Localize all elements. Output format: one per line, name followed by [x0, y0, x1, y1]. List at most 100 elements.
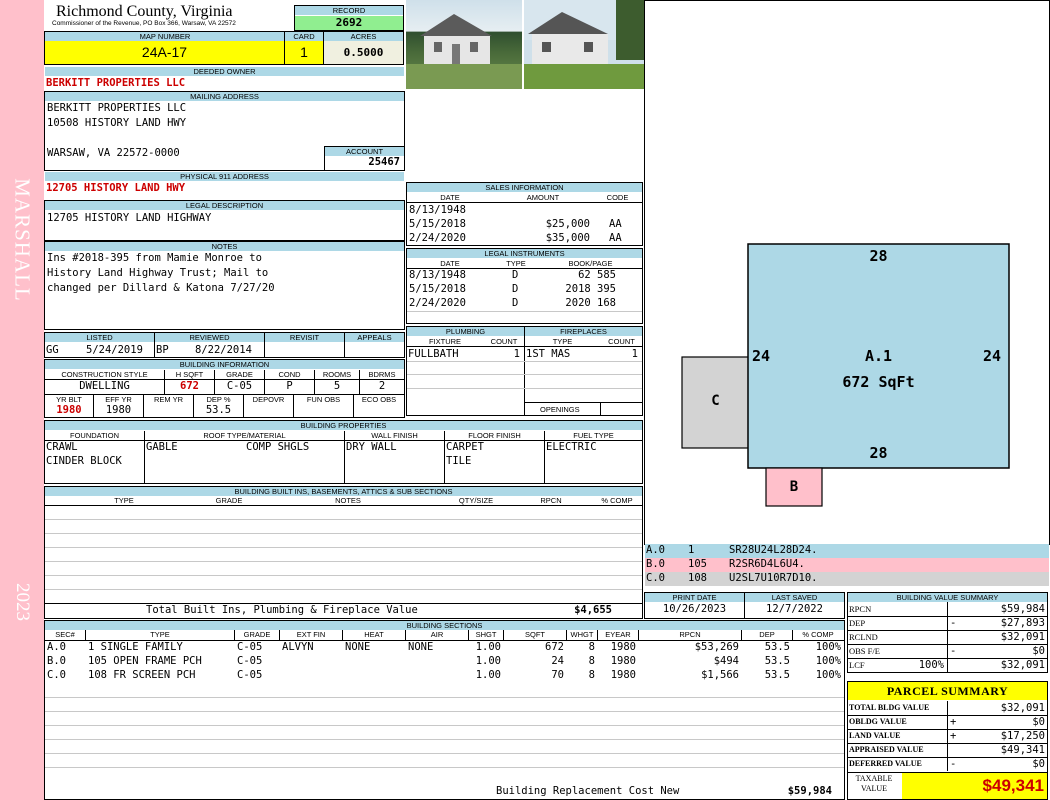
sections-header-row: SEC# TYPE GRADE EXT FIN HEAT AIR SHGT SQFT WHGT E… — [45, 630, 844, 640]
physical-address: 12705 HISTORY LAND HWY — [46, 182, 186, 194]
instr-row-3-date: 2/24/2020 — [409, 297, 466, 309]
taxable-label-2: VALUE — [860, 784, 888, 793]
sections-row-3-sec: C.0 — [47, 669, 66, 681]
bp-h-roof: ROOF TYPE/MATERIAL — [145, 431, 344, 440]
reviewed-date: 8/22/2014 — [195, 344, 252, 356]
reviewed-by: BP — [156, 344, 169, 356]
instr-h-date: DATE — [407, 259, 493, 268]
builtins-total-label: Total Built Ins, Plumbing & Fireplace Va… — [146, 604, 418, 616]
instr-h-book: BOOK/PAGE — [539, 259, 642, 268]
sales-row-3-amount: $35,000 — [545, 232, 590, 244]
taxable-label-1: TAXABLE — [855, 774, 893, 783]
ps-label-2: OBLDG VALUE — [849, 717, 907, 726]
instr-row-2-book: 2018 395 — [565, 283, 616, 295]
vs-value-2: $27,893 — [1000, 617, 1045, 629]
notes-label: NOTES — [45, 242, 404, 251]
bi-h-depovr: DEPOVR — [244, 395, 293, 404]
legend-b-code: 105 — [688, 558, 707, 570]
legal-text: 12705 HISTORY LAND HIGHWAY — [47, 212, 212, 224]
sections-row-2-whgt: 8 — [588, 655, 595, 667]
sections-h-dep: DEP — [742, 630, 792, 639]
bt-h-rpcn: RPCN — [511, 496, 591, 505]
sections-h-grade: GRADE — [235, 630, 279, 639]
sections-row-1-eyear: 1980 — [610, 641, 636, 653]
legend-row-a — [645, 544, 1049, 558]
instr-row-3-type: D — [512, 297, 519, 309]
sections-row-1-sqft: 672 — [545, 641, 564, 653]
bi-h-funobs: FUN OBS — [294, 395, 353, 404]
sales-label: SALES INFORMATION — [407, 183, 642, 192]
last-saved: 12/7/2022 — [766, 603, 823, 615]
bp-roof-material: COMP SHGLS — [246, 441, 310, 453]
sections-row-3-shgt: 1.00 — [475, 669, 501, 681]
owner-name: BERKITT PROPERTIES LLC — [46, 77, 186, 89]
sections-row-3-rpcn: $1,566 — [701, 669, 739, 681]
sections-h-eyear: EYEAR — [598, 630, 638, 639]
sections-row-1-type: 1 SINGLE FAMILY — [88, 641, 183, 653]
sections-row-1-shgt: 1.00 — [475, 641, 501, 653]
ps-value-1: $32,091 — [1000, 702, 1045, 714]
sections-row-1-dep: 53.5 — [764, 641, 790, 653]
print-date: 10/26/2023 — [662, 603, 727, 615]
instruments-label: LEGAL INSTRUMENTS — [407, 249, 642, 258]
sections-row-3-dep: 53.5 — [764, 669, 790, 681]
listed-h: LISTED — [45, 333, 154, 342]
bi-h-hsqft: H SQFT — [165, 370, 214, 379]
legend-a-path: SR28U24L28D24. — [729, 544, 818, 556]
sales-row-3-code: AA — [609, 232, 622, 244]
record-label: RECORD — [295, 6, 403, 15]
vs-value-4: $0 — [1032, 645, 1045, 657]
listed-date: 5/24/2019 — [86, 344, 143, 356]
sections-row-3-comp: 100% — [815, 669, 841, 681]
plumbing-label: PLUMBING — [407, 327, 524, 336]
appeals-h: APPEALS — [345, 333, 404, 342]
sections-row-2-comp: 100% — [815, 655, 841, 667]
bt-h-notes: NOTES — [255, 496, 441, 505]
bi-bdrms: 2 — [378, 380, 386, 392]
county-title: Richmond County, Virginia — [56, 3, 233, 20]
plumb-h-count: COUNT — [484, 337, 524, 346]
fire-h-count: COUNT — [601, 337, 642, 346]
instr-row-2-type: D — [512, 283, 519, 295]
bp-foundation-2: CINDER BLOCK — [46, 455, 122, 467]
sections-h-heat: HEAT — [343, 630, 405, 639]
bi-h-rooms: ROOMS — [315, 370, 359, 379]
ps-label-3: LAND VALUE — [849, 731, 901, 740]
vs-pct-5: 100% — [918, 659, 944, 671]
bp-floor-1: CARPET — [446, 441, 484, 453]
sections-rows: A.0 1 SINGLE FAMILY C-05 ALVYN NONE NONE 1.00 6… — [45, 640, 844, 685]
legend-b-sec: B.0 — [646, 558, 665, 570]
sections-h-comp: % COMP — [793, 630, 843, 639]
sections-label: BUILDING SECTIONS — [45, 621, 844, 630]
reviewed-h: REVIEWED — [155, 333, 264, 342]
mailing-line-1: BERKITT PROPERTIES LLC — [47, 102, 187, 114]
side-year-text: 2023 — [12, 583, 33, 621]
commissioner-line: Commissioner of the Revenue, PO Box 366,… — [52, 20, 236, 27]
bp-wall: DRY WALL — [346, 441, 397, 453]
acres-value: 0.5000 — [324, 41, 403, 64]
sections-row-3-grade: C-05 — [237, 669, 263, 681]
ps-value-3: $17,250 — [1000, 730, 1045, 742]
fire-openings-label: OPENINGS — [540, 405, 580, 414]
bp-roof-type: GABLE — [146, 441, 178, 453]
acres-label: ACRES — [324, 32, 403, 41]
ps-value-4: $49,341 — [1000, 744, 1045, 756]
bp-h-wall: WALL FINISH — [345, 431, 444, 440]
sections-row-2-shgt: 1.00 — [475, 655, 501, 667]
map-number: 24A-17 — [45, 41, 284, 64]
builtins-label: BUILDING BUILT INS, BASEMENTS, ATTICS & … — [45, 487, 642, 496]
instr-row-1-book: 62 585 — [578, 269, 616, 281]
sections-row-1-sec: A.0 — [47, 641, 66, 653]
sketch-dim-left: 24 — [752, 347, 771, 365]
sections-row-2-rpcn: $494 — [713, 655, 739, 667]
sections-row-1-comp: 100% — [815, 641, 841, 653]
account-value: 25467 — [368, 156, 400, 168]
legend-a-code: 1 — [688, 544, 695, 556]
notes-line-2: History Land Highway Trust; Mail to — [47, 267, 269, 279]
bi-h-grade: GRADE — [215, 370, 264, 379]
building-sketch — [681, 243, 1010, 507]
builtins-total: $4,655 — [574, 604, 612, 616]
owner-label: DEEDED OWNER — [45, 67, 404, 76]
sections-row-1-heat: NONE — [345, 641, 371, 653]
sections-row-2-sqft: 24 — [551, 655, 564, 667]
